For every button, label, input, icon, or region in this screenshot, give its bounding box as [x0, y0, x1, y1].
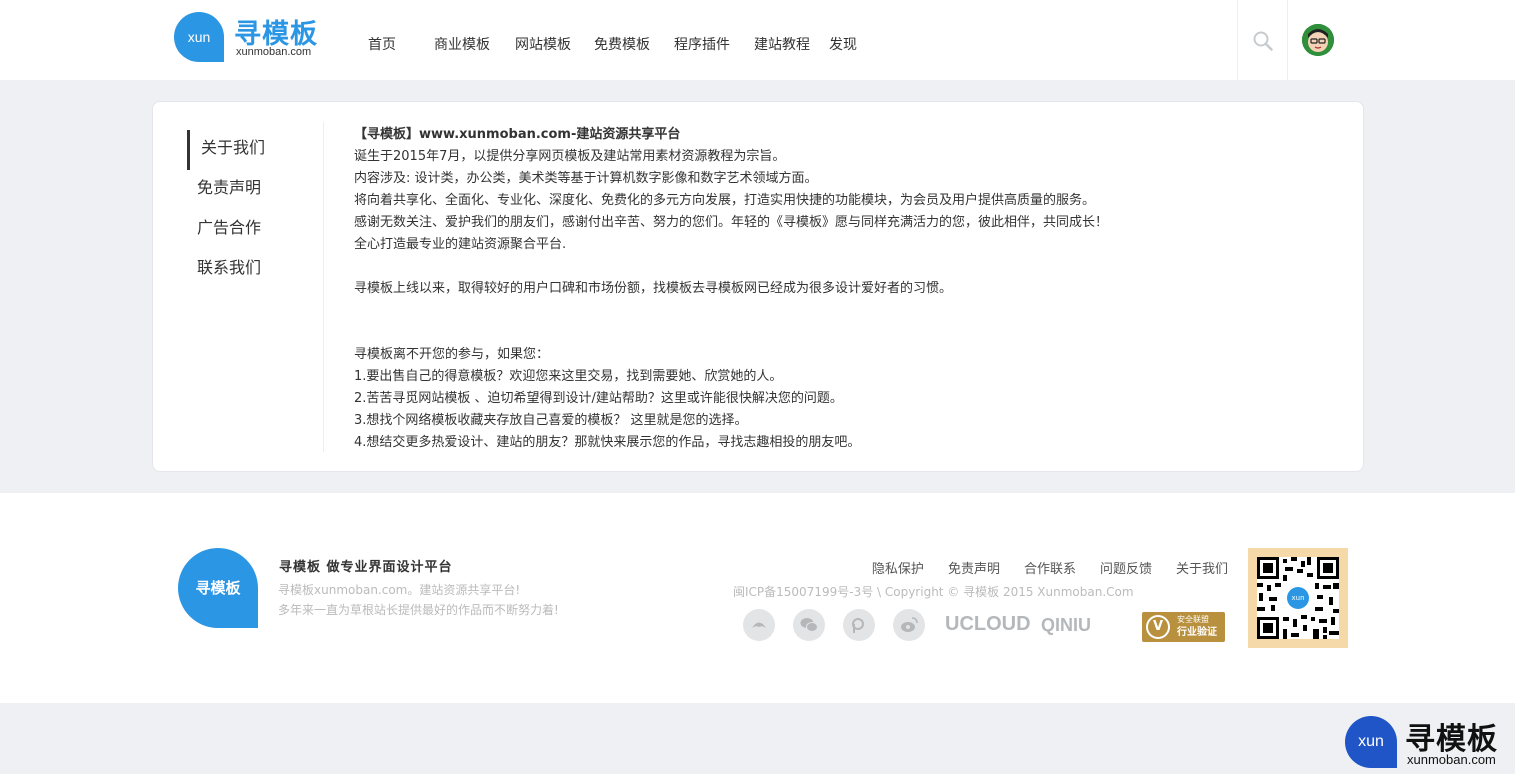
nav-home[interactable]: 首页: [350, 0, 416, 80]
qq-icon: [752, 622, 766, 628]
footer-icons: UCLOUD QINIU V 安全联盟 行业验证: [743, 609, 1228, 645]
footer-description: 寻模板xunmoban.com。建站资源共享平台!: [278, 583, 521, 597]
wechat-icon: [800, 618, 818, 632]
logo-subtitle: xunmoban.com: [236, 46, 312, 58]
sidebar-item-disclaimer[interactable]: 免责声明: [187, 170, 317, 210]
content-line: 4.想结交更多热爱设计、建站的朋友？那就快来展示您的作品，寻找志趣相投的朋友吧。: [354, 435, 861, 450]
about-content: 【寻模板】www.xunmoban.com-建站资源共享平台 诞生于2015年7…: [354, 124, 1334, 454]
content-line: 2.苦苦寻觅网站模板 、迫切希望得到设计/建站帮助？这里或许能很快解决您的问题。: [354, 391, 843, 406]
content-line: 内容涉及: 设计类，办公类，美术类等基于计算机数字影像和数字艺术领域方面。: [354, 171, 818, 186]
search-button[interactable]: [1237, 0, 1288, 80]
content-title: 【寻模板】www.xunmoban.com-建站资源共享平台: [354, 127, 681, 142]
user-avatar[interactable]: [1302, 24, 1334, 56]
security-badge[interactable]: V 安全联盟 行业验证: [1142, 612, 1225, 642]
search-icon: [1253, 31, 1273, 51]
content-line: 将向着共享化、全面化、专业化、深度化、免费化的多元方向发展，打造实用快捷的功能模…: [354, 193, 1096, 208]
content-line: 诞生于2015年7月，以提供分享网页模板及建站常用素材资源教程为宗旨。: [354, 149, 786, 164]
content-line: 1.要出售自己的得意模板？欢迎您来这里交易，找到需要她、欣赏她的人。: [354, 369, 783, 384]
badge-v-icon: V: [1146, 615, 1170, 639]
content-line: 3.想找个网络模板收藏夹存放自己喜爱的模板？ 这里就是您的选择。: [354, 413, 748, 428]
tieba-icon: [852, 618, 864, 633]
footer-link-feedback[interactable]: 问题反馈: [1100, 558, 1152, 577]
footer-link-disclaimer[interactable]: 免责声明: [948, 558, 1000, 577]
badge-line2: 行业验证: [1177, 627, 1217, 638]
social-link-tieba[interactable]: [843, 609, 875, 641]
social-link-weibo[interactable]: [893, 609, 925, 641]
nav-website-templates[interactable]: 网站模板: [496, 0, 576, 80]
footer-copyright: 闽ICP备15007199号-3号 \ Copyright © 寻模板 2015…: [733, 585, 1134, 599]
content-line: 感谢无数关注、爱护我们的朋友们，感谢付出辛苦、努力的您们。年轻的《寻模板》愿与同…: [354, 215, 1109, 230]
site-header: xun 寻模板 xunmoban.com 首页 商业模板 网站模板 免费模板 程…: [0, 0, 1515, 80]
site-logo[interactable]: xun 寻模板 xunmoban.com: [174, 12, 324, 62]
social-link-qq[interactable]: [743, 609, 775, 641]
main-nav: 首页 商业模板 网站模板 免费模板 程序插件 建站教程 发现: [350, 0, 889, 80]
watermark: xun 寻模板 xunmoban.com: [1345, 714, 1515, 774]
badge-line1: 安全联盟: [1177, 615, 1209, 624]
nav-free-templates[interactable]: 免费模板: [576, 0, 656, 80]
footer-links: 隐私保护 免责声明 合作联系 问题反馈 关于我们: [848, 558, 1228, 577]
logo-mark: xun: [174, 12, 224, 62]
nav-business-templates[interactable]: 商业模板: [416, 0, 496, 80]
footer-description: 多年来一直为草根站长提供最好的作品而不断努力着!: [278, 603, 559, 617]
about-sidebar: 关于我们 免责声明 广告合作 联系我们: [187, 130, 317, 290]
footer-link-privacy[interactable]: 隐私保护: [872, 558, 924, 577]
content-line: 寻模板上线以来，取得较好的用户口碑和市场份额，找模板去寻模板网已经成为很多设计爱…: [354, 281, 953, 296]
nav-tutorials[interactable]: 建站教程: [736, 0, 829, 80]
content-line: 寻模板离不开您的参与，如果您：: [354, 347, 550, 362]
sidebar-item-advertising[interactable]: 广告合作: [187, 210, 317, 250]
nav-plugins[interactable]: 程序插件: [656, 0, 736, 80]
qr-center-logo: xun: [1287, 587, 1309, 609]
nav-discover[interactable]: 发现: [829, 0, 889, 80]
social-link-wechat[interactable]: [793, 609, 825, 641]
watermark-subtitle: xunmoban.com: [1407, 752, 1496, 767]
weibo-icon: [901, 617, 918, 632]
footer-title: 寻模板 做专业界面设计平台: [279, 560, 453, 575]
avatar-icon: [1302, 24, 1334, 56]
site-footer: 寻模板 寻模板 做专业界面设计平台 寻模板xunmoban.com。建站资源共享…: [0, 493, 1515, 703]
footer-link-cooperation[interactable]: 合作联系: [1024, 558, 1076, 577]
about-card: 关于我们 免责声明 广告合作 联系我们 【寻模板】www.xunmoban.co…: [152, 101, 1364, 472]
content-line: 全心打造最专业的建站资源聚合平台.: [354, 237, 567, 252]
footer-link-about[interactable]: 关于我们: [1176, 558, 1228, 577]
sidebar-item-about-us[interactable]: 关于我们: [187, 130, 317, 170]
footer-logo[interactable]: 寻模板: [178, 548, 258, 628]
watermark-mark: xun: [1345, 716, 1397, 768]
ucloud-logo: UCLOUD: [945, 613, 1031, 635]
qiniu-logo: QINIU: [1041, 615, 1092, 635]
sidebar-divider: [323, 122, 324, 452]
qr-code: xun: [1248, 548, 1348, 648]
sidebar-item-contact-us[interactable]: 联系我们: [187, 250, 317, 290]
